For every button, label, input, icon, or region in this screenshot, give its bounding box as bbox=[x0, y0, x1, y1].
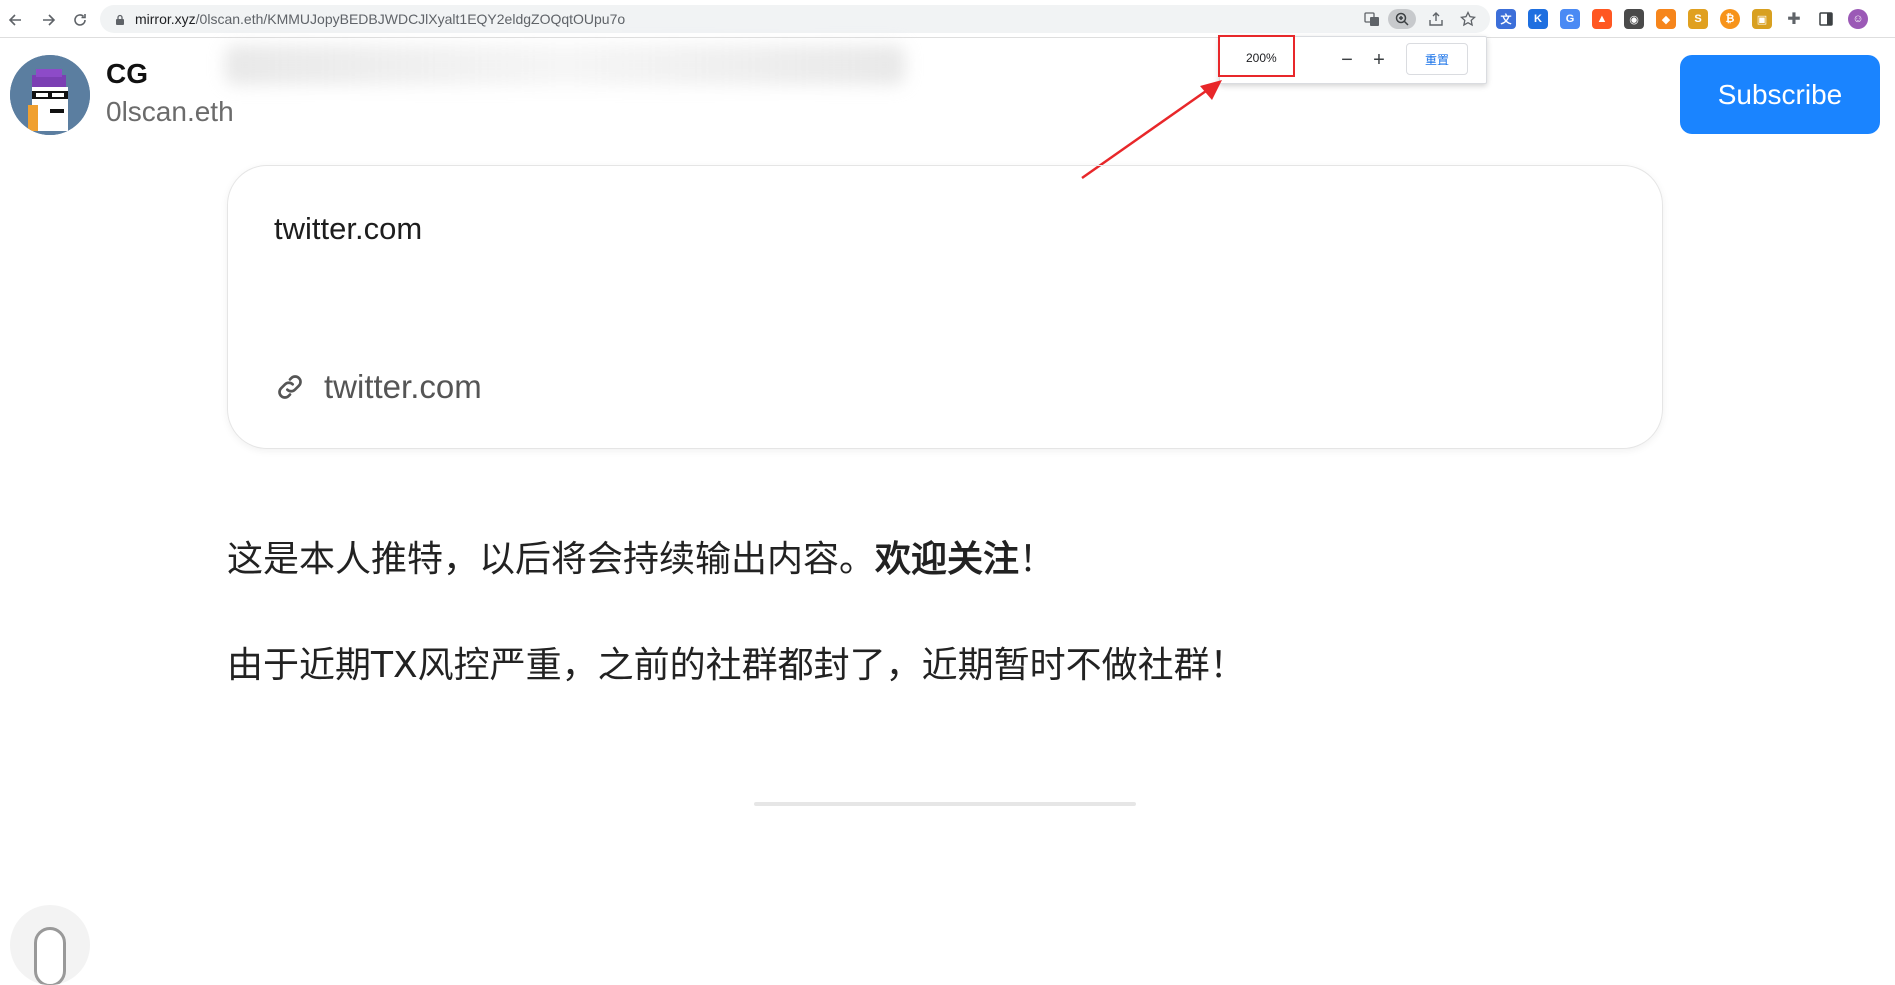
author-handle[interactable]: 0lscan.eth bbox=[106, 96, 234, 128]
widget-knob-icon bbox=[34, 927, 66, 985]
reload-icon[interactable] bbox=[70, 10, 90, 30]
zoom-reset-button[interactable]: 重置 bbox=[1406, 43, 1468, 75]
extension-owl-icon[interactable]: ◉ bbox=[1624, 9, 1644, 29]
bottom-widget[interactable] bbox=[10, 905, 90, 985]
paragraph-1-text: 这是本人推特，以后将会持续输出内容。 bbox=[227, 539, 876, 580]
extension-translate-icon[interactable]: 文 bbox=[1496, 9, 1516, 29]
extension-metamask-icon[interactable]: ◆ bbox=[1656, 9, 1676, 29]
forward-arrow-icon[interactable] bbox=[38, 10, 58, 30]
back-arrow-icon[interactable] bbox=[6, 10, 26, 30]
extension-google-translate-icon[interactable]: G bbox=[1560, 9, 1580, 29]
zoom-out-button[interactable]: − bbox=[1335, 48, 1359, 72]
extension-k-icon[interactable]: K bbox=[1528, 9, 1548, 29]
url-text[interactable]: mirror.xyz/0lscan.eth/KMMUJopyBEDBJWDCJl… bbox=[135, 11, 625, 27]
author-name[interactable]: CG bbox=[106, 58, 148, 90]
extension-arrow-icon[interactable]: ▲ bbox=[1592, 9, 1612, 29]
card-link-text[interactable]: twitter.com bbox=[324, 368, 482, 406]
extension-tiger-icon[interactable]: ▣ bbox=[1752, 9, 1772, 29]
paragraph-2: 由于近期TX风控严重，之前的社群都封了，近期暂时不做社群！ bbox=[227, 645, 1246, 686]
paragraph-1-end: ！ bbox=[1019, 539, 1056, 580]
profile-avatar-icon[interactable]: ☺ bbox=[1848, 9, 1868, 29]
puzzle-icon[interactable]: ✚ bbox=[1784, 9, 1804, 29]
link-embed-card[interactable]: twitter.com twitter.com bbox=[227, 165, 1663, 449]
content-divider bbox=[754, 802, 1136, 806]
author-avatar[interactable] bbox=[10, 55, 90, 135]
subscribe-button[interactable]: Subscribe bbox=[1680, 55, 1880, 134]
share-icon[interactable] bbox=[1426, 9, 1446, 29]
paragraph-1: 这是本人推特，以后将会持续输出内容。欢迎关注！ bbox=[227, 530, 1055, 582]
blurred-title bbox=[225, 45, 905, 85]
translate-icon[interactable] bbox=[1362, 9, 1382, 29]
extension-bitcoin-icon[interactable]: ₿ bbox=[1720, 9, 1740, 29]
card-title: twitter.com bbox=[274, 211, 423, 246]
zoom-in-button[interactable]: + bbox=[1367, 48, 1391, 72]
lock-icon[interactable] bbox=[114, 13, 126, 25]
address-bar[interactable]: mirror.xyz/0lscan.eth/KMMUJopyBEDBJWDCJl… bbox=[100, 5, 1490, 33]
zoom-icon[interactable] bbox=[1388, 9, 1416, 29]
url-path: /0lscan.eth/KMMUJopyBEDBJWDCJlXyalt1EQY2… bbox=[195, 11, 626, 27]
star-icon[interactable] bbox=[1458, 9, 1478, 29]
url-host: mirror.xyz bbox=[135, 11, 196, 27]
link-icon bbox=[274, 371, 310, 407]
browser-toolbar: mirror.xyz/0lscan.eth/KMMUJopyBEDBJWDCJl… bbox=[0, 0, 1895, 38]
extension-s-icon[interactable]: S bbox=[1688, 9, 1708, 29]
paragraph-1-bold: 欢迎关注 bbox=[875, 539, 1020, 580]
side-panel-icon[interactable] bbox=[1816, 9, 1836, 29]
